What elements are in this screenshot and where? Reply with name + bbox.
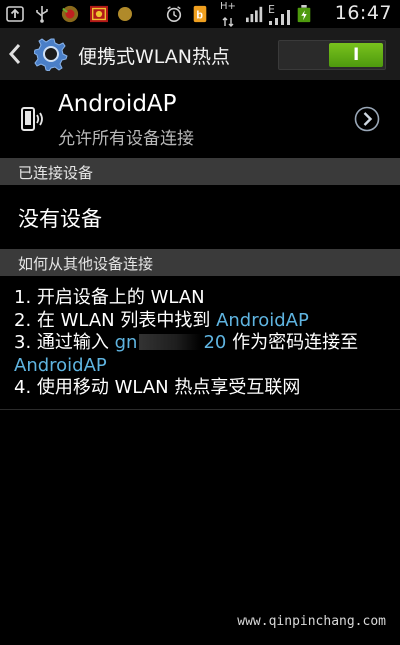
chevron-right-icon[interactable]: [354, 106, 380, 132]
back-arrow-icon[interactable]: [8, 42, 22, 66]
section-header-label: 已连接设备: [18, 164, 94, 182]
battery-icon: [297, 5, 311, 23]
network-subtitle: 允许所有设备连接: [58, 129, 194, 149]
step-3-ssid: AndroidAP: [14, 354, 107, 376]
page-title: 便携式WLAN热点: [78, 46, 231, 68]
step-3-password-end: 20: [203, 332, 227, 353]
settings-gear-icon: [34, 38, 68, 71]
hotspot-phone-icon: [21, 107, 43, 131]
section-header-connected: 已连接设备: [0, 158, 400, 185]
network-config-row[interactable]: AndroidAP 允许所有设备连接: [0, 80, 400, 158]
connection-steps: 1. 开启设备上的 WLAN 2. 在 WLAN 列表中找到 AndroidAP…: [14, 287, 358, 400]
app-icon: [61, 5, 79, 23]
data-indicator: H+: [220, 1, 236, 12]
usb-icon: [36, 6, 48, 23]
step-2-ssid: AndroidAP: [216, 309, 309, 331]
toggle-on-label: I: [353, 45, 360, 65]
clock: 16:47: [334, 2, 392, 24]
step-3: 3. 通过输入 gn 20 作为密码连接至: [14, 332, 358, 355]
app-icon: [118, 7, 132, 21]
network-name: AndroidAP: [58, 91, 177, 117]
status-bar: b H+ E 16:47: [0, 0, 400, 28]
step-2-text: 2. 在 WLAN 列表中找到: [14, 309, 217, 331]
password-redaction: [139, 334, 202, 350]
step-3-suffix: 作为密码连接至: [226, 332, 359, 353]
upload-icon: [6, 6, 24, 22]
svg-text:b: b: [196, 10, 203, 22]
hotspot-toggle[interactable]: I: [278, 40, 386, 70]
no-devices-text: 没有设备: [18, 207, 102, 231]
alarm-icon: [166, 6, 182, 23]
section-header-howto: 如何从其他设备连接: [0, 249, 400, 276]
toggle-knob: I: [329, 43, 383, 67]
step-3-text: 3. 通过输入: [14, 332, 115, 353]
app-icon: [90, 5, 108, 23]
section-header-label: 如何从其他设备连接: [18, 255, 154, 273]
step-3-password-start: gn: [114, 332, 138, 353]
signal-icon: [246, 6, 263, 23]
step-1: 1. 开启设备上的 WLAN: [14, 287, 205, 308]
watermark-text: www.qinpinchang.com: [237, 614, 386, 629]
step-4: 4. 使用移动 WLAN 热点享受互联网: [14, 377, 301, 398]
divider: [0, 409, 400, 410]
notification-icon: b: [193, 5, 207, 23]
step-2: 2. 在 WLAN 列表中找到 AndroidAP: [14, 310, 358, 333]
action-bar: 便携式WLAN热点 I: [0, 28, 400, 80]
signal-icon: [269, 10, 290, 25]
